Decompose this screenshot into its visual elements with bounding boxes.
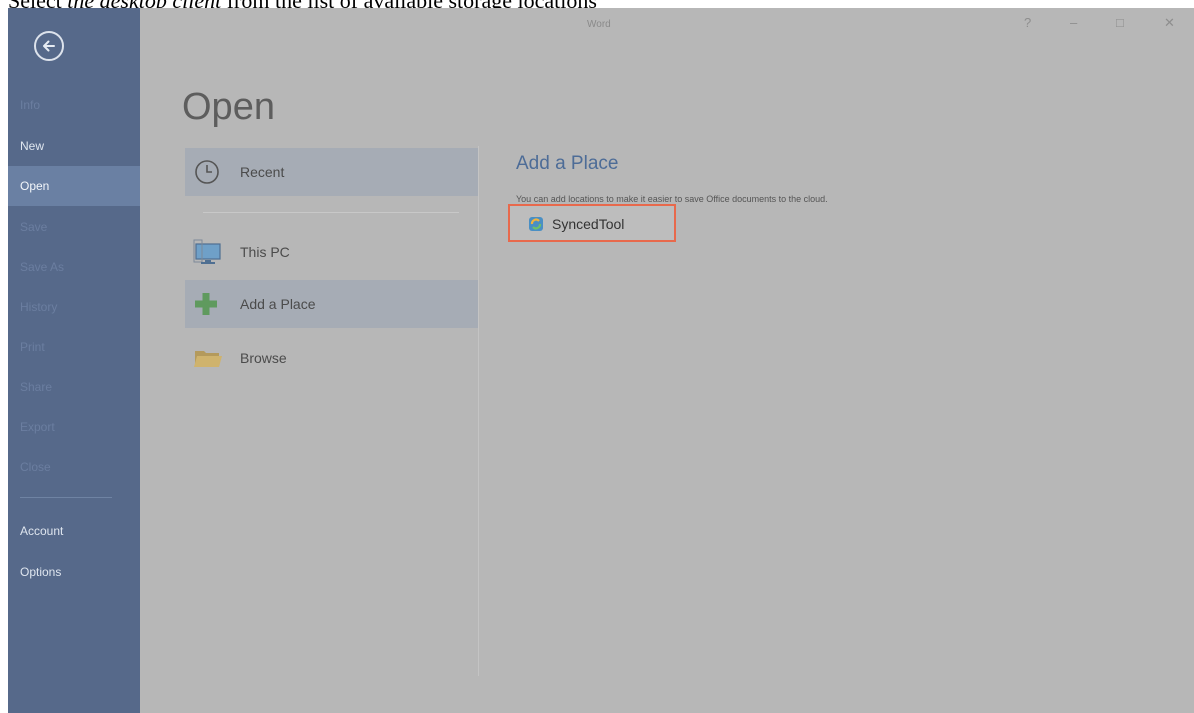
help-button[interactable]: ? [1024,15,1031,30]
back-button[interactable] [34,31,64,61]
place-recent[interactable]: Recent [185,148,479,196]
synced-tool-label: SyncedTool [552,216,625,232]
sidebar-item-save-as[interactable]: Save As [8,247,140,287]
sidebar-item-save[interactable]: Save [8,207,140,247]
place-label: Add a Place [240,296,316,312]
clock-icon [195,160,219,184]
sidebar-item-info[interactable]: Info [8,85,140,125]
folder-icon [194,351,222,367]
window-title: Word [587,19,611,30]
place-label: Browse [240,350,287,366]
sidebar-item-new[interactable]: New [8,126,140,166]
place-label: This PC [240,244,290,260]
back-arrow-icon [43,40,55,52]
minimize-button[interactable]: – [1070,15,1077,30]
sidebar-item-open[interactable]: Open [8,166,140,206]
sidebar-item-share[interactable]: Share [8,367,140,407]
place-browse[interactable]: Browse [185,334,479,382]
add-place-heading: Add a Place [516,153,619,174]
place-add-a-place[interactable]: Add a Place [185,280,479,328]
sidebar-item-export[interactable]: Export [8,407,140,447]
sidebar-item-options[interactable]: Options [8,552,140,592]
close-button[interactable]: ✕ [1164,15,1175,31]
sidebar-item-close[interactable]: Close [8,447,140,487]
page-title: Open [182,86,275,128]
add-place-description: You can add locations to make it easier … [516,194,828,204]
backstage-sidebar: Info New Open Save Save As History Print… [8,8,140,713]
synced-tool-button[interactable]: SyncedTool [508,204,676,242]
computer-icon [193,239,221,264]
maximize-button[interactable]: □ [1116,15,1124,30]
places-divider [203,212,459,213]
panel-divider [478,146,479,676]
place-label: Recent [240,164,285,180]
plus-icon [195,293,217,315]
sidebar-item-account[interactable]: Account [8,511,140,551]
synced-tool-icon [529,217,543,231]
place-this-pc[interactable]: This PC [185,228,479,276]
sidebar-item-history[interactable]: History [8,287,140,327]
sidebar-item-print[interactable]: Print [8,327,140,367]
sidebar-divider [20,497,112,498]
word-window: Info New Open Save Save As History Print… [8,8,1194,713]
